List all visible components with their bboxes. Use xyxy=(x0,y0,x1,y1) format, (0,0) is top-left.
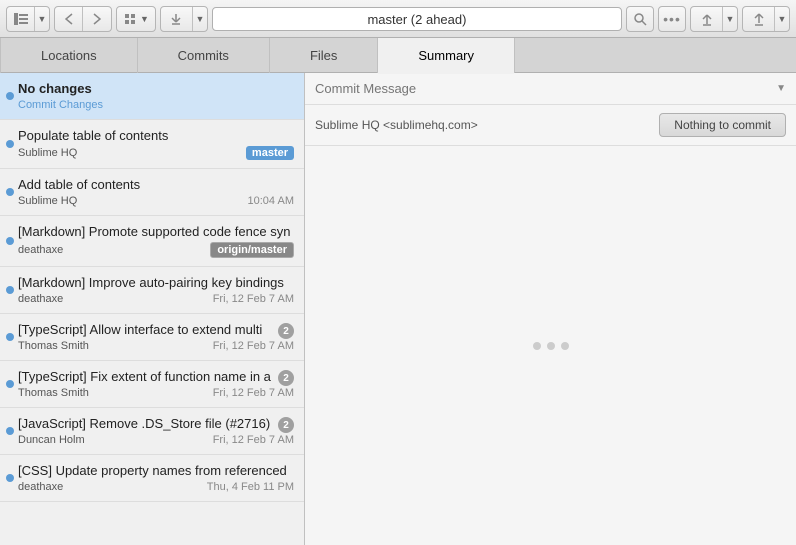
commit-item[interactable]: [TypeScript] Fix extent of function name… xyxy=(0,361,304,408)
commit-message-input[interactable] xyxy=(315,81,776,96)
commit-item[interactable]: [Markdown] Promote supported code fence … xyxy=(0,216,304,267)
stash-group: ▼ xyxy=(160,6,208,32)
back-btn[interactable] xyxy=(55,6,83,32)
commit-time: Fri, 12 Feb 7 AM xyxy=(213,293,294,305)
commit-item[interactable]: [TypeScript] Allow interface to extend m… xyxy=(0,314,304,361)
author-row: Sublime HQ <sublimehq.com> Nothing to co… xyxy=(305,105,796,146)
commit-meta: Sublime HQ master xyxy=(18,146,294,160)
toolbar: ▼ ▼ xyxy=(0,0,796,38)
commit-dot xyxy=(6,427,14,435)
commit-dot xyxy=(6,333,14,341)
commit-title: [TypeScript] Allow interface to extend m… xyxy=(18,322,274,337)
loading-dot-2 xyxy=(547,342,555,350)
commit-author: deathaxe xyxy=(18,481,63,493)
repo-title: master (2 ahead) xyxy=(212,7,622,31)
tab-files[interactable]: Files xyxy=(270,38,378,73)
sidebar-toggle-btn[interactable] xyxy=(7,6,35,32)
commit-dot xyxy=(6,188,14,196)
commit-title: Add table of contents xyxy=(18,177,294,192)
main-content: No changes Commit Changes Populate table… xyxy=(0,73,796,545)
commit-meta: deathaxe Fri, 12 Feb 7 AM xyxy=(18,293,294,305)
push-dropdown-btn[interactable]: ▼ xyxy=(775,6,789,32)
commit-time: Fri, 12 Feb 7 AM xyxy=(213,387,294,399)
commit-meta: Duncan Holm Fri, 12 Feb 7 AM xyxy=(18,434,294,446)
commit-meta: Thomas Smith Fri, 12 Feb 7 AM xyxy=(18,387,294,399)
tab-locations[interactable]: Locations xyxy=(0,38,138,73)
tab-bar: Locations Commits Files Summary xyxy=(0,38,796,73)
forward-btn[interactable] xyxy=(83,6,111,32)
nothing-to-commit-btn[interactable]: Nothing to commit xyxy=(659,113,786,137)
commit-time: Fri, 12 Feb 7 AM xyxy=(213,340,294,352)
dropdown-arrow-btn[interactable]: ▼ xyxy=(35,6,49,32)
commit-dot xyxy=(6,474,14,482)
commit-title: [Markdown] Promote supported code fence … xyxy=(18,224,294,239)
commit-meta: deathaxe origin/master xyxy=(18,242,294,258)
commit-time: Fri, 12 Feb 7 AM xyxy=(213,434,294,446)
commit-item[interactable]: No changes Commit Changes xyxy=(0,73,304,120)
commit-meta: Sublime HQ 10:04 AM xyxy=(18,195,294,207)
tab-summary[interactable]: Summary xyxy=(378,38,515,73)
commit-title: Populate table of contents xyxy=(18,128,294,143)
push-group: ▼ xyxy=(742,6,790,32)
commit-dot xyxy=(6,92,14,100)
pull-group: ▼ xyxy=(690,6,738,32)
loading-area xyxy=(305,146,796,545)
commit-title: [TypeScript] Fix extent of function name… xyxy=(18,369,274,384)
fetch-dropdown[interactable]: ▼ xyxy=(117,6,155,32)
commit-title: No changes xyxy=(18,81,294,96)
back-forward-group xyxy=(54,6,112,32)
commit-title: [Markdown] Improve auto-pairing key bind… xyxy=(18,275,294,290)
toolbar-right: ••• ▼ xyxy=(626,6,790,32)
commit-dot xyxy=(6,140,14,148)
author-email: Sublime HQ <sublimehq.com> xyxy=(315,118,478,132)
pull-btn[interactable] xyxy=(691,6,723,32)
message-dropdown-arrow[interactable]: ▼ xyxy=(776,83,786,94)
loading-dot-1 xyxy=(533,342,541,350)
commit-subtitle: Commit Changes xyxy=(18,99,294,111)
commit-title: [CSS] Update property names from referen… xyxy=(18,463,294,478)
commit-dot xyxy=(6,380,14,388)
commit-dot xyxy=(6,286,14,294)
commit-author: Thomas Smith xyxy=(18,340,89,352)
pull-dropdown-btn[interactable]: ▼ xyxy=(723,6,737,32)
summary-panel: ▼ Sublime HQ <sublimehq.com> Nothing to … xyxy=(305,73,796,545)
commit-author: Duncan Holm xyxy=(18,434,85,446)
commit-item[interactable]: Populate table of contents Sublime HQ ma… xyxy=(0,120,304,169)
commit-author: Sublime HQ xyxy=(18,195,77,207)
branch-badge: origin/master xyxy=(210,242,294,258)
commit-item[interactable]: Add table of contents Sublime HQ 10:04 A… xyxy=(0,169,304,216)
parent-count: 2 xyxy=(278,370,294,386)
commit-author: deathaxe xyxy=(18,293,63,305)
commit-time: Thu, 4 Feb 11 PM xyxy=(207,481,294,493)
commit-meta: Thomas Smith Fri, 12 Feb 7 AM xyxy=(18,340,294,352)
commit-dot xyxy=(6,237,14,245)
commit-time: 10:04 AM xyxy=(248,195,294,207)
push-btn[interactable] xyxy=(743,6,775,32)
commit-author: Sublime HQ xyxy=(18,147,77,159)
more-btn[interactable]: ••• xyxy=(658,6,686,32)
commit-title: [JavaScript] Remove .DS_Store file (#271… xyxy=(18,416,274,431)
parent-count: 2 xyxy=(278,417,294,433)
stash-dropdown-btn[interactable]: ▼ xyxy=(193,6,207,32)
search-btn[interactable] xyxy=(626,6,654,32)
nav-group: ▼ xyxy=(6,6,50,32)
branch-badge: master xyxy=(246,146,294,160)
commit-list: No changes Commit Changes Populate table… xyxy=(0,73,305,545)
commit-meta: deathaxe Thu, 4 Feb 11 PM xyxy=(18,481,294,493)
commit-author: deathaxe xyxy=(18,244,63,256)
commit-author: Thomas Smith xyxy=(18,387,89,399)
parent-count: 2 xyxy=(278,323,294,339)
action-group: ▼ xyxy=(116,6,156,32)
commit-message-area: ▼ xyxy=(305,73,796,105)
commit-item[interactable]: [JavaScript] Remove .DS_Store file (#271… xyxy=(0,408,304,455)
stash-btn[interactable] xyxy=(161,6,193,32)
commit-item[interactable]: [Markdown] Improve auto-pairing key bind… xyxy=(0,267,304,314)
commit-item[interactable]: [CSS] Update property names from referen… xyxy=(0,455,304,502)
loading-dot-3 xyxy=(561,342,569,350)
tab-commits[interactable]: Commits xyxy=(138,38,270,73)
